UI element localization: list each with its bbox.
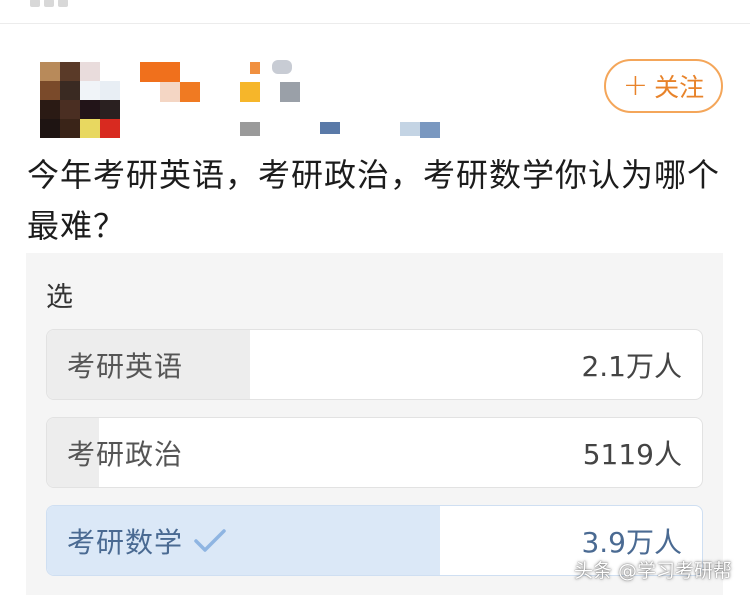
cropped-header-fragment [30, 0, 90, 7]
poll-option-count: 5119人 [582, 437, 682, 471]
poll-option-politics[interactable]: 考研政治 5119人 [46, 417, 703, 488]
follow-label: 关注 [654, 73, 705, 102]
poll-card: 选 考研英语 2.1万人 考研政治 5119人 考研数学 3.9万人 [26, 253, 723, 595]
poll-option-count: 2.1万人 [581, 349, 682, 383]
checkmark-icon [193, 528, 227, 554]
question-title: 今年考研英语，考研政治，考研数学你认为哪个最难？ [27, 156, 721, 245]
poll-option-english[interactable]: 考研英语 2.1万人 [46, 329, 703, 400]
poll-option-label: 考研英语 [67, 349, 184, 383]
poll-type-label: 选 [46, 282, 73, 313]
poll-option-label-row: 考研数学 [67, 506, 227, 575]
poll-option-label: 考研数学 [67, 525, 184, 559]
watermark: 头条 @学习考研帮 [574, 560, 733, 582]
avatar[interactable] [40, 62, 120, 138]
top-bar [0, 0, 750, 24]
poll-option-label: 考研政治 [67, 437, 184, 471]
plus-icon: + [622, 68, 649, 103]
follow-button[interactable]: + 关注 [604, 59, 723, 113]
